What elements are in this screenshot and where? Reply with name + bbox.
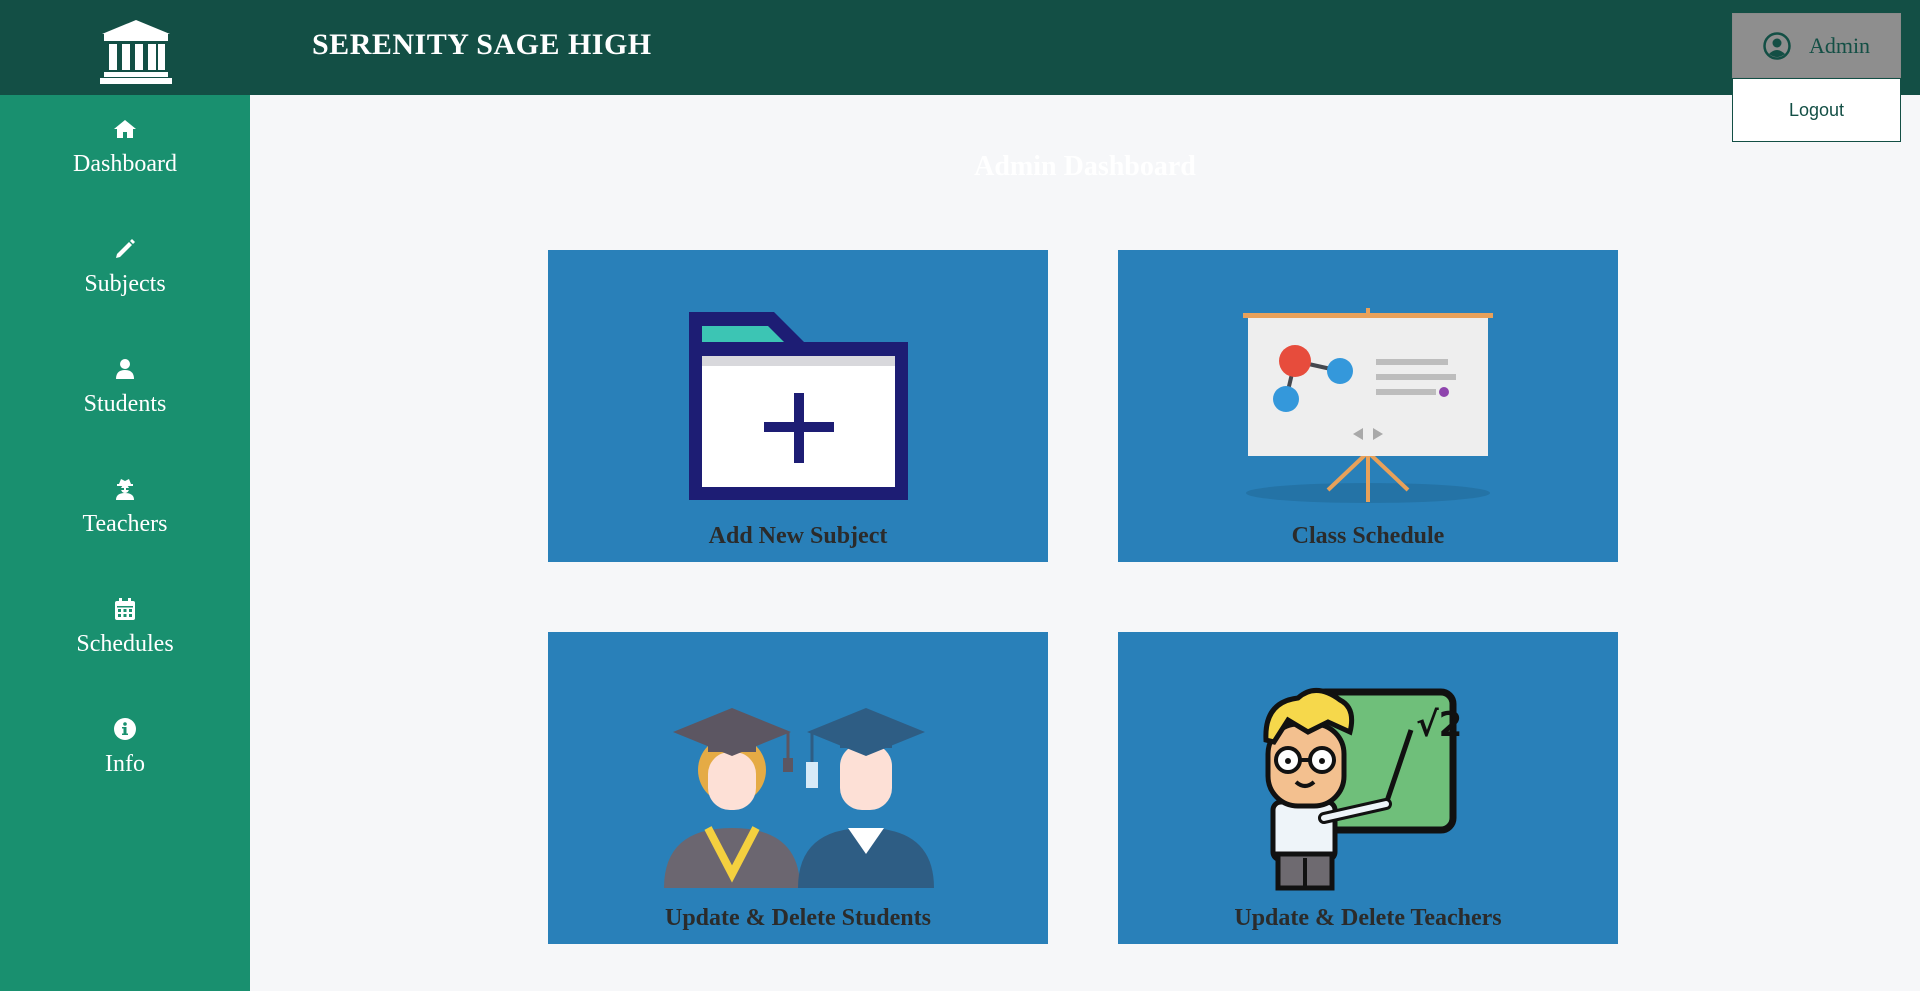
logout-menu-item[interactable]: Logout (1732, 78, 1901, 142)
admin-user-button[interactable]: Admin (1732, 13, 1901, 78)
sidebar-item-label: Students (83, 391, 167, 417)
sidebar-item-dashboard[interactable]: Dashboard (0, 117, 250, 227)
sidebar-item-label: Subjects (84, 271, 166, 297)
add-folder-illustration (689, 312, 908, 500)
sidebar-item-teachers[interactable]: Teachers (0, 477, 250, 587)
user-circle-icon (1763, 31, 1791, 60)
card-label: Update & Delete Teachers (1234, 905, 1502, 931)
calendar-icon (115, 598, 135, 620)
update-delete-teachers-card[interactable]: √2 Update & Delete Teachers (1118, 632, 1618, 944)
card-label: Add New Subject (708, 523, 888, 549)
sidebar-item-schedules[interactable]: Schedules (0, 597, 250, 707)
pencil-icon (116, 239, 135, 258)
top-header: SERENITY SAGE HIGH (0, 0, 1920, 95)
sidebar: Dashboard Subjects Students Teachers Sch… (0, 95, 250, 991)
update-delete-students-card[interactable]: Update & Delete Students (548, 632, 1048, 944)
home-icon (114, 120, 136, 138)
card-label: Class Schedule (1291, 523, 1445, 549)
sidebar-item-subjects[interactable]: Subjects (0, 237, 250, 347)
add-new-subject-card[interactable]: Add New Subject (548, 250, 1048, 562)
school-name: SERENITY SAGE HIGH (312, 28, 652, 61)
sidebar-item-students[interactable]: Students (0, 357, 250, 467)
graduates-illustration (664, 708, 934, 888)
admin-user-label: Admin (1808, 32, 1871, 58)
bank-building-icon[interactable] (100, 18, 172, 84)
info-icon (114, 718, 136, 740)
card-label: Update & Delete Students (665, 905, 931, 931)
page-title: Admin Dashboard (974, 151, 1196, 182)
logout-label: Logout (1788, 99, 1845, 120)
sidebar-item-label: Dashboard (73, 151, 177, 177)
sidebar-item-info[interactable]: Info (0, 717, 250, 827)
user-secret-icon (116, 479, 134, 500)
presentation-board-illustration (1243, 308, 1493, 503)
class-schedule-card[interactable]: Class Schedule (1118, 250, 1618, 562)
user-icon (116, 359, 134, 379)
teacher-chalkboard-illustration: √2 (1263, 688, 1462, 891)
sidebar-item-label: Schedules (76, 631, 174, 657)
sidebar-item-label: Info (105, 751, 145, 777)
sidebar-item-label: Teachers (82, 511, 168, 537)
svg-text:√2: √2 (1416, 705, 1462, 745)
